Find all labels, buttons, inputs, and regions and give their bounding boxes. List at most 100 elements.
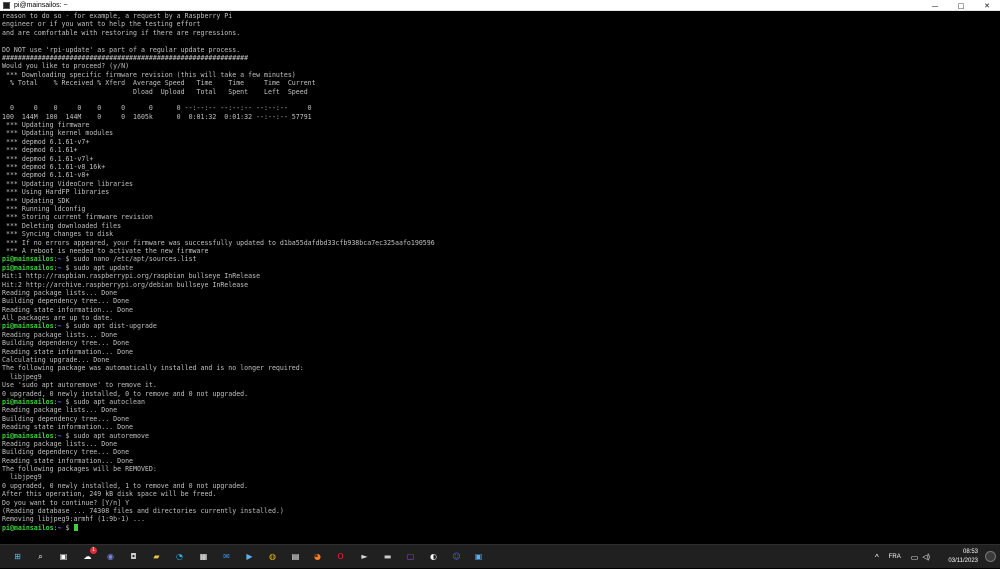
prompt-line: pi@mainsailos:~ $ sudo apt dist-upgrade (2, 322, 1000, 330)
output-line: 0 upgraded, 0 newly installed, 0 to remo… (2, 390, 1000, 398)
clock-date: 03/11/2023 (948, 558, 978, 564)
output-text: *** A reboot is needed to activate the n… (2, 246, 209, 255)
output-text: libjpeg9 (2, 372, 42, 381)
output-text: *** Updating SDK (2, 196, 70, 205)
notes-icon[interactable]: ▤ (288, 549, 303, 564)
prompt-symbol: $ (61, 255, 74, 264)
output-text: All packages are up to date. (2, 314, 114, 323)
prompt-symbol: $ (61, 397, 74, 406)
command-text: sudo apt autoremove (73, 431, 149, 440)
terminal-icon[interactable]: ▣ (471, 549, 486, 564)
output-line: Reading state information... Done (2, 423, 1000, 431)
input-language-indicator[interactable]: FRA (889, 554, 901, 560)
output-line: libjpeg9 (2, 373, 1000, 381)
output-line: *** Storing current firmware revision (2, 213, 1000, 221)
output-text: *** Deleting downloaded files (2, 221, 122, 230)
output-line: *** depmod 6.1.61-v7+ (2, 138, 1000, 146)
command-text: sudo apt dist-upgrade (73, 322, 157, 331)
close-button[interactable]: ✕ (974, 0, 1000, 11)
output-line: engineer or if you want to help the test… (2, 20, 1000, 28)
prompt-line: pi@mainsailos:~ $ sudo apt autoclean (2, 398, 1000, 406)
photos-icon[interactable]: ▶ (242, 549, 257, 564)
mail-icon[interactable]: ✉ (219, 549, 234, 564)
task-view-icon[interactable]: ▣ (56, 549, 71, 564)
terminal-cursor (73, 523, 78, 531)
output-text: 0 upgraded, 0 newly installed, 1 to remo… (2, 481, 249, 490)
output-line: *** If no errors appeared, your firmware… (2, 239, 1000, 247)
output-line: Building dependency tree... Done (2, 297, 1000, 305)
media-player-icon[interactable]: ► (357, 549, 372, 564)
output-text: Reading package lists... Done (2, 288, 118, 297)
terminal-output[interactable]: reason to do so - for example, a request… (0, 12, 1000, 544)
output-text: *** Storing current firmware revision (2, 213, 153, 222)
output-text: Use 'sudo apt autoremove' to remove it. (2, 381, 157, 390)
search-icon[interactable]: ⌕ (33, 549, 48, 564)
prompt-user-host: pi@mainsailos (2, 397, 54, 406)
output-line: reason to do so - for example, a request… (2, 12, 1000, 20)
output-line: (Reading database ... 74308 files and di… (2, 507, 1000, 515)
output-text: Removing libjpeg9:armhf (1:9b-1) ... (2, 515, 145, 524)
output-line: Removing libjpeg9:armhf (1:9b-1) ... (2, 515, 1000, 523)
app-icon[interactable]: ▬ (380, 549, 395, 564)
camera-icon[interactable]: ◘ (126, 549, 141, 564)
opera-icon[interactable]: O (333, 549, 348, 564)
output-line: *** Updating firmware (2, 121, 1000, 129)
output-line: ########################################… (2, 54, 1000, 62)
output-text: *** depmod 6.1.61+ (2, 146, 78, 155)
network-icon[interactable]: ▭ (911, 553, 919, 562)
start-icon[interactable]: ⊞ (10, 549, 25, 564)
output-line: *** depmod 6.1.61-v7l+ (2, 155, 1000, 163)
output-line: The following packages will be REMOVED: (2, 465, 1000, 473)
twitch-icon[interactable]: ▢ (403, 549, 418, 564)
volume-icon[interactable]: ◁) (922, 553, 930, 561)
prompt-line: pi@mainsailos:~ $ sudo nano /etc/apt/sou… (2, 255, 1000, 263)
show-hidden-icons-icon[interactable]: ^ (875, 553, 879, 562)
output-text: Hit:2 http://archive.raspberrypi.org/deb… (2, 280, 249, 289)
discord-icon[interactable]: ☺ (449, 549, 464, 564)
teams-chat-icon[interactable]: ◉ (103, 549, 118, 564)
output-text: Hit:1 http://raspbian.raspberrypi.org/ra… (2, 272, 261, 281)
steam-icon[interactable]: ◐ (426, 549, 441, 564)
edge-icon[interactable]: ◔ (172, 549, 187, 564)
notification-badge: 1 (90, 547, 97, 554)
output-line: and are comfortable with restoring if th… (2, 29, 1000, 37)
firefox-icon[interactable]: ◕ (310, 549, 325, 564)
output-text: Building dependency tree... Done (2, 297, 130, 306)
notification-center-icon[interactable] (985, 551, 996, 562)
output-line: Hit:2 http://archive.raspberrypi.org/deb… (2, 281, 1000, 289)
store-icon[interactable]: ▦ (196, 549, 211, 564)
output-text: *** If no errors appeared, your firmware… (2, 238, 435, 247)
output-text: 0 upgraded, 0 newly installed, 0 to remo… (2, 389, 249, 398)
output-line: The following package was automatically … (2, 364, 1000, 372)
output-line: Hit:1 http://raspbian.raspberrypi.org/ra… (2, 272, 1000, 280)
output-text: DO NOT use 'rpi-update' as part of a reg… (2, 45, 241, 54)
output-line: *** Deleting downloaded files (2, 222, 1000, 230)
minimize-button[interactable]: — (922, 0, 948, 11)
output-line: Building dependency tree... Done (2, 448, 1000, 456)
chrome-icon[interactable]: ◍ (265, 549, 280, 564)
file-explorer-icon[interactable]: ▰ (149, 549, 164, 564)
output-line: *** Using HardFP libraries (2, 188, 1000, 196)
output-text: Would you like to proceed? (y/N) (2, 62, 130, 71)
output-text: *** depmod 6.1.61-v7+ (2, 137, 90, 146)
output-text: engineer or if you want to help the test… (2, 20, 201, 29)
command-text: sudo apt autoclean (73, 397, 145, 406)
output-text: Reading state information... Done (2, 347, 134, 356)
output-line: *** Updating SDK (2, 197, 1000, 205)
output-text: Reading package lists... Done (2, 439, 118, 448)
clock[interactable]: 08:53 03/11/2023 (948, 548, 978, 566)
output-text: The following packages will be REMOVED: (2, 465, 157, 474)
prompt-symbol: $ (61, 523, 74, 532)
terminal-app-icon (3, 1, 10, 9)
prompt-line: pi@mainsailos:~ $ sudo apt autoremove (2, 432, 1000, 440)
output-line: Calculating upgrade... Done (2, 356, 1000, 364)
command-text: sudo apt update (73, 263, 134, 272)
prompt-line: pi@mainsailos:~ $ sudo apt update (2, 264, 1000, 272)
output-text: Reading state information... Done (2, 305, 134, 314)
window-title: pi@mainsailos: ~ (14, 1, 68, 9)
maximize-button[interactable]: □ (948, 0, 974, 11)
output-text: reason to do so - for example, a request… (2, 12, 233, 20)
output-line: Use 'sudo apt autoremove' to remove it. (2, 381, 1000, 389)
prompt-user-host: pi@mainsailos (2, 255, 54, 264)
output-text: *** Updating kernel modules (2, 129, 114, 138)
